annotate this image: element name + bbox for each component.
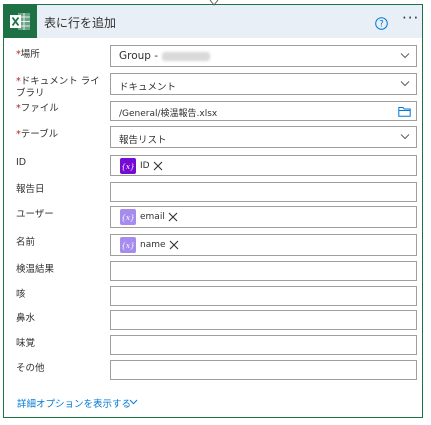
user-field[interactable]: {x} email	[110, 206, 417, 228]
chevron-down-icon	[400, 81, 410, 87]
redacted-text	[162, 51, 211, 61]
library-label: *ドキュメント ライブラリ	[16, 76, 100, 99]
token-label: email	[140, 212, 165, 222]
id-field[interactable]: {x} ID	[110, 155, 417, 176]
expression-icon: {x}	[120, 209, 136, 225]
expression-icon: {x}	[120, 237, 136, 253]
token-label: name	[140, 240, 166, 250]
other-label: その他	[16, 363, 45, 374]
id-label: ID	[16, 157, 27, 168]
close-icon[interactable]	[169, 240, 179, 250]
chevron-down-icon	[400, 53, 410, 59]
dynamic-content-token[interactable]: {x} name	[120, 237, 179, 253]
card-title: 表に行を追加	[44, 16, 117, 30]
add-row-action-card: 表に行を追加 ? ··· *場所 Group - *ドキュメント ライブラリ ド…	[3, 4, 423, 418]
table-value: 報告リスト	[119, 135, 167, 146]
card-header[interactable]: 表に行を追加 ? ···	[4, 5, 422, 38]
close-icon[interactable]	[153, 161, 163, 171]
more-options-icon[interactable]: ···	[402, 11, 419, 26]
svg-text:?: ?	[379, 20, 384, 30]
report-date-label: 報告日	[16, 184, 45, 195]
dynamic-content-token[interactable]: {x} email	[120, 209, 178, 225]
close-icon[interactable]	[168, 212, 178, 222]
user-label: ユーザー	[16, 209, 54, 220]
flow-connector-icon	[209, 0, 219, 6]
token-label: ID	[140, 161, 150, 171]
location-label: *場所	[16, 49, 40, 60]
runny-nose-label: 鼻水	[16, 313, 36, 324]
name-label: 名前	[16, 237, 36, 248]
location-dropdown[interactable]: Group -	[110, 45, 417, 67]
temperature-field[interactable]	[110, 261, 417, 281]
taste-label: 味覚	[16, 338, 36, 349]
runny-nose-field[interactable]	[110, 310, 417, 330]
file-picker-field[interactable]: /General/検温報告.xlsx	[110, 101, 417, 121]
table-label: *テーブル	[16, 129, 59, 140]
table-dropdown[interactable]: 報告リスト	[110, 126, 417, 148]
chevron-down-icon	[400, 134, 410, 140]
dynamic-content-token[interactable]: {x} ID	[120, 158, 163, 174]
cough-field[interactable]	[110, 286, 417, 306]
file-label: *ファイル	[16, 103, 59, 114]
taste-field[interactable]	[110, 335, 417, 355]
file-value: /General/検温報告.xlsx	[119, 109, 218, 119]
temperature-label: 検温結果	[16, 264, 55, 275]
show-advanced-options-link[interactable]: 詳細オプションを表示する	[17, 396, 131, 410]
other-field[interactable]	[110, 360, 417, 380]
excel-icon	[4, 5, 37, 38]
folder-icon[interactable]	[398, 106, 411, 117]
name-field[interactable]: {x} name	[110, 234, 417, 256]
chevron-down-icon[interactable]	[129, 399, 138, 405]
library-dropdown[interactable]: ドキュメント	[110, 73, 417, 95]
library-value: ドキュメント	[119, 82, 177, 93]
expression-icon: {x}	[120, 158, 136, 174]
location-value: Group -	[119, 50, 159, 62]
cough-label: 咳	[16, 289, 26, 300]
report-date-field[interactable]	[110, 182, 417, 202]
help-circle-icon[interactable]: ?	[375, 15, 388, 30]
